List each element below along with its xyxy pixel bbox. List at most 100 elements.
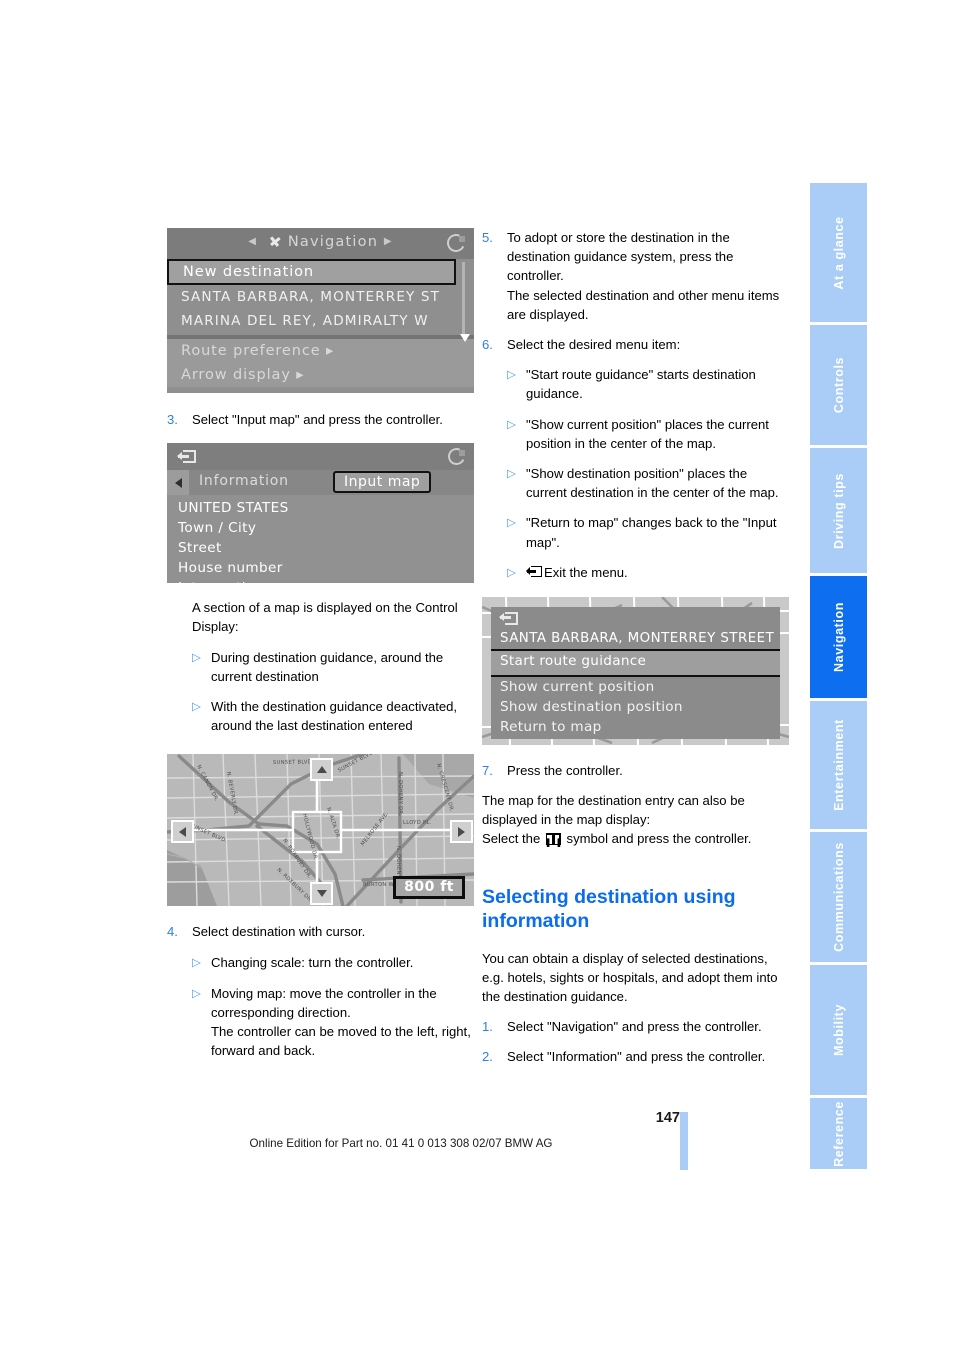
cd-tabbar: Information Input map — [167, 470, 474, 496]
cd-menu-item-label: SANTA BARBARA, MONTERREY ST — [181, 289, 440, 305]
bullet-guidance-deactivated: ▷ With the destination guidance deactiva… — [192, 697, 474, 735]
bullet-exit-the-menu: ▷ Exit the menu. — [507, 563, 782, 583]
left-column: ◀ Navigation ▶ New destination SANTA BAR… — [167, 228, 474, 1060]
step-2: 2. Select "Information" and press the co… — [482, 1047, 782, 1066]
map-symbol-note-suffix: symbol and press the controller. — [566, 831, 752, 847]
globe-icon — [444, 231, 468, 255]
step-number: 7. — [482, 762, 493, 778]
step-text: Select destination with cursor. — [192, 924, 366, 940]
sidebar-tab-label: Communications — [831, 842, 846, 952]
back-icon[interactable] — [499, 611, 518, 630]
sidebar-tab-label: At a glance — [831, 215, 846, 290]
step-text: Select the desired menu item: — [507, 337, 681, 353]
cd-option-label: Show current position — [500, 678, 655, 695]
triangle-bullet-icon: ▷ — [192, 651, 201, 664]
cd-menu-item-new-destination[interactable]: New destination — [167, 259, 456, 285]
right-chevron-icon: ▶ — [383, 236, 393, 247]
control-display-navigation-menu: ◀ Navigation ▶ New destination SANTA BAR… — [167, 228, 474, 393]
destination-options-panel: SANTA BARBARA, MONTERREY STREET Start ro… — [491, 606, 780, 739]
cd-menu-item-santa-barbara[interactable]: SANTA BARBARA, MONTERREY ST — [167, 285, 474, 309]
cd-tab-input-map[interactable]: Input map — [333, 471, 432, 494]
back-icon[interactable] — [177, 449, 196, 468]
bullet-show-current-position: ▷ "Show current position" places the cur… — [507, 415, 782, 453]
sidebar-tab-controls[interactable]: Controls — [810, 325, 867, 445]
step-number: 6. — [482, 337, 493, 353]
cd-menu-item-label: MARINA DEL REY, ADMIRALTY W — [181, 313, 429, 329]
triangle-bullet-icon: ▷ — [507, 468, 516, 481]
sidebar-tab-entertainment[interactable]: Entertainment — [810, 701, 867, 829]
section-tab-rail: At a glance Controls Driving tips Naviga… — [810, 183, 867, 1169]
map-symbol-icon — [545, 833, 561, 846]
step-number: 3. — [167, 412, 178, 427]
footer-edition-note: Online Edition for Part no. 01 41 0 013 … — [249, 1137, 553, 1150]
map-display-note: The map for the destination entry can al… — [482, 793, 745, 828]
step-1: 1. Select "Navigation" and press the con… — [482, 1017, 782, 1036]
cd-option-start-route-guidance[interactable]: Start route guidance — [491, 648, 780, 677]
map-pan-down-button[interactable] — [310, 882, 333, 906]
control-display-map: N. CANON DR. N. BEVERLY DR. SUNSET BLVD.… — [167, 754, 474, 907]
navigation-menu-figure: ◀ Navigation ▶ New destination SANTA BAR… — [167, 228, 474, 393]
triangle-bullet-icon: ▷ — [192, 956, 201, 969]
svg-text:N. DOHENY DR.: N. DOHENY DR. — [397, 772, 403, 816]
cd-list-item[interactable]: House number — [167, 558, 474, 578]
sidebar-tab-label: Entertainment — [831, 719, 846, 811]
sidebar-tab-label: Navigation — [831, 602, 846, 672]
step-number: 1. — [482, 1019, 493, 1035]
step-text: Select "Input map" and press the control… — [192, 412, 443, 427]
cd-list-item[interactable]: UNITED STATES — [167, 498, 474, 518]
cd-option-show-current-position[interactable]: Show current position — [491, 677, 780, 697]
sidebar-tab-reference[interactable]: Reference — [810, 1098, 867, 1169]
bullet-text: "Show destination position" places the c… — [526, 466, 779, 501]
cd-title-text: Navigation — [287, 234, 379, 250]
step-number: 2. — [482, 1049, 493, 1065]
triangle-bullet-icon: ▷ — [507, 566, 516, 579]
page-number: 147 — [655, 1110, 680, 1126]
sidebar-tab-mobility[interactable]: Mobility — [810, 965, 867, 1095]
section-intro-text: You can obtain a display of selected des… — [482, 950, 778, 1005]
bullet-subtext: The controller can be moved to the left,… — [211, 1024, 471, 1059]
sidebar-tab-driving-tips[interactable]: Driving tips — [810, 448, 867, 573]
step-3: 3. Select "Input map" and press the cont… — [167, 410, 474, 429]
cd-menu-item-route-preference[interactable]: Route preference ▸ — [167, 339, 474, 363]
page-section-heading: Selecting destination using information — [482, 885, 736, 932]
cd-titlebar: ◀ Navigation ▶ — [167, 228, 474, 259]
cd-option-label: Start route guidance — [500, 652, 647, 669]
step-text: Press the controller. — [507, 762, 623, 778]
sidebar-tab-label: Controls — [831, 356, 846, 414]
destination-popup-figure: SANTA BARBARA, MONTERREY STREET Start ro… — [482, 596, 789, 745]
cd-list-item[interactable]: Intersection — [167, 578, 474, 583]
cd-menu-item-label: Arrow display ▸ — [181, 367, 305, 383]
cd-menu-item-marina-del-rey[interactable]: MARINA DEL REY, ADMIRALTY W — [167, 309, 474, 333]
step-text: To adopt or store the destination in the… — [507, 230, 734, 284]
bullet-show-destination-position: ▷ "Show destination position" places the… — [507, 464, 782, 502]
sidebar-tab-navigation[interactable]: Navigation — [810, 576, 867, 698]
cd-menu-item-arrow-display[interactable]: Arrow display ▸ — [167, 363, 474, 387]
sidebar-tab-at-a-glance[interactable]: At a glance — [810, 183, 867, 322]
cd-tab-information[interactable]: Information — [199, 473, 289, 489]
sidebar-tab-communications[interactable]: Communications — [810, 832, 867, 962]
cd-option-return-to-map[interactable]: Return to map — [491, 717, 780, 737]
map-pan-up-button[interactable] — [310, 758, 333, 782]
map-scale-indicator: 800 ft — [393, 876, 465, 900]
cd-option-label: Return to map — [500, 718, 602, 735]
map-symbol-note: Select the symbol and press the controll… — [482, 829, 782, 848]
sidebar-tab-label: Mobility — [831, 1003, 846, 1057]
cd-scrollbar[interactable] — [460, 262, 470, 342]
bullet-during-destination-guidance: ▷ During destination guidance, around th… — [192, 648, 474, 686]
cd-list-item[interactable]: Street — [167, 538, 474, 558]
bullet-text: Changing scale: turn the controller. — [211, 954, 414, 970]
panel-topbar — [491, 607, 780, 629]
map-pan-right-button[interactable] — [450, 820, 473, 844]
map-symbol-note-prefix: Select the — [482, 831, 541, 847]
step-subtext: The selected destination and other menu … — [507, 287, 780, 322]
sidebar-tab-label: Reference — [831, 1100, 846, 1167]
manual-page: At a glance Controls Driving tips Naviga… — [0, 0, 954, 1351]
right-column: 5. To adopt or store the destination in … — [482, 228, 789, 1067]
sidebar-tab-label: Driving tips — [831, 472, 846, 549]
cd-list-item[interactable]: Town / City — [167, 518, 474, 538]
map-pan-left-button[interactable] — [171, 820, 194, 844]
step-number: 5. — [482, 230, 493, 245]
cd-tab-left-arrow[interactable] — [167, 470, 189, 496]
cd-option-show-destination-position[interactable]: Show destination position — [491, 697, 780, 717]
map-figure: N. CANON DR. N. BEVERLY DR. SUNSET BLVD.… — [167, 754, 474, 907]
